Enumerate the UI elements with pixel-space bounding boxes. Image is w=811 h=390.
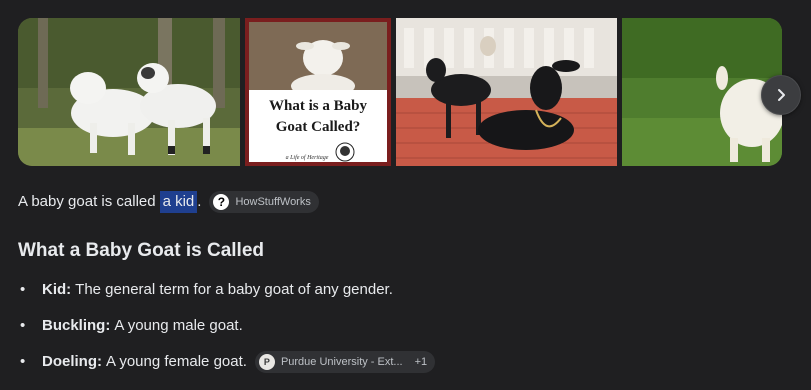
definitions-list: • Kid: The general term for a baby goat …: [18, 279, 798, 387]
image-black-goats-on-brick[interactable]: [396, 18, 617, 166]
source-chip-label: HowStuffWorks: [235, 196, 311, 208]
image-goat-kids-on-grass[interactable]: [18, 18, 240, 166]
definition-term: Doeling:: [42, 353, 102, 370]
answer-highlight: a kid: [159, 191, 198, 213]
image-what-is-a-baby-goat-called-card[interactable]: What is a Baby Goat Called? a Life of He…: [245, 18, 391, 166]
purdue-icon: P: [258, 354, 275, 370]
bullet: •: [20, 353, 26, 370]
definition-text: A young female goat.: [106, 353, 247, 370]
featured-answer: A baby goat is called a kid . ? HowStuff…: [18, 191, 319, 213]
image-white-kid-in-grass[interactable]: [622, 18, 782, 166]
carousel-next-button[interactable]: [761, 75, 801, 115]
section-heading: What a Baby Goat is Called: [18, 240, 264, 261]
card-footer: a Life of Heritage: [286, 154, 329, 161]
image-carousel: What is a Baby Goat Called? a Life of He…: [18, 18, 782, 166]
answer-suffix: .: [197, 193, 202, 210]
list-item: • Kid: The general term for a baby goat …: [18, 279, 798, 315]
howstuffworks-icon: ?: [213, 194, 230, 210]
card-title-line1: What is a Baby: [269, 98, 367, 114]
chevron-right-icon: [778, 89, 785, 101]
list-item: • Buckling: A young male goat.: [18, 315, 798, 351]
definition-term: Kid:: [42, 281, 72, 298]
definition-text: A young male goat.: [114, 317, 243, 334]
answer-prefix: A baby goat is called: [18, 193, 156, 210]
source-chip-purdue[interactable]: P Purdue University - Ext... +1: [254, 351, 436, 373]
bullet: •: [20, 317, 26, 334]
source-chip-howstuffworks[interactable]: ? HowStuffWorks: [209, 191, 319, 213]
definition-text: The general term for a baby goat of any …: [75, 281, 393, 298]
source-chip-label: Purdue University - Ext...: [280, 356, 403, 368]
more-sources-count: +1: [414, 356, 428, 368]
definition-term: Buckling:: [42, 317, 111, 334]
bullet: •: [20, 281, 26, 298]
card-title-line2: Goat Called?: [276, 119, 361, 135]
list-item: • Doeling: A young female goat. P Purdue…: [18, 351, 798, 387]
